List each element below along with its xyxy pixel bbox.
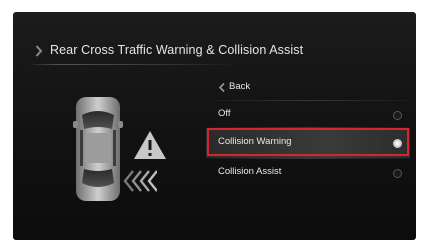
chevron-left-icon [219,83,225,92]
back-button[interactable]: Back [206,72,410,102]
option-collision-assist[interactable]: Collision Assist [206,158,410,188]
radio-button-selected[interactable] [393,139,402,148]
warning-triangle-icon [134,131,166,159]
chevron-right-icon [35,45,43,57]
option-label: Off [218,108,231,119]
title-divider [27,64,237,65]
option-collision-warning[interactable]: Collision Warning [206,128,410,158]
option-label: Collision Assist [218,166,282,177]
car-top-view-icon [73,97,123,201]
radio-button[interactable] [393,169,402,178]
radio-button[interactable] [393,111,402,120]
page-header: Rear Cross Traffic Warning & Collision A… [13,38,416,64]
option-off[interactable]: Off [206,100,410,130]
infotainment-screen: Rear Cross Traffic Warning & Collision A… [13,12,416,240]
back-label: Back [229,81,251,92]
option-label: Collision Warning [218,136,292,147]
rear-traffic-arrows-icon [123,170,157,192]
page-title: Rear Cross Traffic Warning & Collision A… [50,43,304,57]
